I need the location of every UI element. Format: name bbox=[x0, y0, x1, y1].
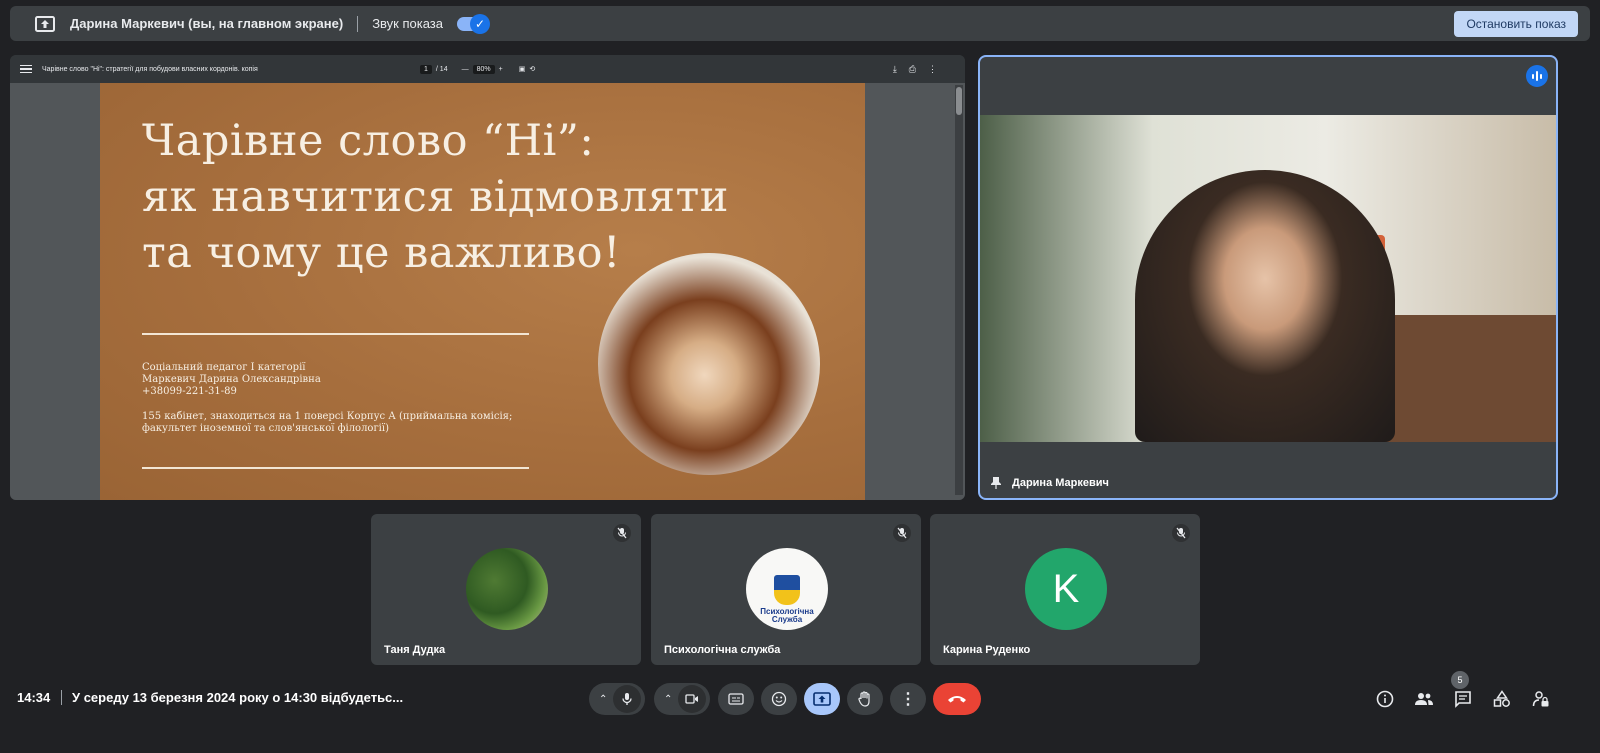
info-line: 155 кабінет, знаходиться на 1 поверсі Ко… bbox=[142, 411, 513, 422]
crest-icon bbox=[774, 575, 800, 605]
avatar: Психологічна Служба bbox=[746, 548, 828, 630]
mic-off-icon bbox=[613, 524, 631, 542]
avatar-logo-text: Психологічна Служба bbox=[760, 607, 814, 624]
people-button[interactable] bbox=[1413, 688, 1435, 710]
clock: 14:34 bbox=[17, 690, 51, 705]
present-screen-icon bbox=[813, 692, 831, 706]
check-icon: ✓ bbox=[469, 13, 490, 34]
pdf-actions: ⤓ ⎙ ⋮ bbox=[893, 64, 937, 75]
leave-call-button[interactable] bbox=[933, 683, 981, 715]
slide-divider bbox=[142, 333, 529, 335]
fit-page-icon[interactable]: ▣ bbox=[519, 65, 526, 73]
info-line: факультет іноземної та слов'янської філо… bbox=[142, 423, 389, 434]
captions-icon bbox=[728, 693, 744, 705]
presenting-banner: Дарина Маркевич (вы, на главном экране) … bbox=[10, 6, 1590, 41]
office-info: 155 кабінет, знаходиться на 1 поверсі Ко… bbox=[142, 411, 512, 435]
slide-title-line: та чому це важливо! bbox=[142, 228, 621, 278]
slide-title-line: Чарівне слово “Ні”: bbox=[142, 116, 595, 166]
lock-person-icon bbox=[1532, 691, 1549, 707]
divider bbox=[357, 15, 359, 32]
present-screen-icon bbox=[34, 15, 56, 33]
slide-divider bbox=[142, 467, 529, 469]
pin-icon[interactable] bbox=[990, 476, 1002, 490]
control-bar: 14:34 У середу 13 березня 2024 року о 14… bbox=[0, 671, 1600, 724]
captions-button[interactable] bbox=[718, 683, 754, 715]
meeting-details-button[interactable] bbox=[1374, 688, 1396, 710]
speaker-person bbox=[1135, 170, 1395, 442]
people-icon bbox=[1415, 693, 1433, 705]
sound-share-label: Звук показа bbox=[372, 16, 443, 31]
participant-tile[interactable]: K Карина Руденко bbox=[930, 514, 1200, 665]
more-vert-icon: ⋮ bbox=[900, 691, 916, 708]
more-options-icon[interactable]: ⋮ bbox=[928, 64, 937, 75]
participant-name: Карина Руденко bbox=[943, 644, 1031, 656]
speaker-name-row: Дарина Маркевич bbox=[990, 476, 1109, 490]
meet-window: Дарина Маркевич (вы, на главном экране) … bbox=[0, 0, 1600, 753]
pdf-pager: 1 / 14 — 80% + ▣ ⟲ bbox=[420, 64, 535, 74]
shared-screen: Чарівне слово "Ні": стратегії для побудо… bbox=[10, 55, 965, 500]
participant-tile[interactable]: Психологічна Служба Психологічна служба bbox=[651, 514, 921, 665]
participant-tile[interactable]: Таня Дудка bbox=[371, 514, 641, 665]
rotate-icon[interactable]: ⟲ bbox=[529, 65, 535, 73]
participant-count-badge: 5 bbox=[1451, 671, 1469, 689]
divider bbox=[61, 690, 62, 705]
avatar bbox=[466, 548, 548, 630]
camera-button[interactable]: ⌃ bbox=[654, 683, 710, 715]
slide-page: Чарівне слово “Ні”: як навчитися відмовл… bbox=[100, 83, 865, 500]
print-icon[interactable]: ⎙ bbox=[909, 64, 916, 75]
shapes-icon bbox=[1493, 690, 1510, 707]
zoom-input[interactable]: 80% bbox=[472, 64, 495, 74]
hang-up-icon bbox=[948, 696, 966, 703]
mic-off-icon bbox=[1172, 524, 1190, 542]
presenter-label: Дарина Маркевич (вы, на главном экране) bbox=[70, 16, 344, 31]
host-controls-button[interactable] bbox=[1530, 688, 1552, 710]
menu-icon[interactable] bbox=[20, 63, 32, 76]
mic-off-icon bbox=[893, 524, 911, 542]
mic-icon bbox=[613, 685, 641, 713]
mic-button[interactable]: ⌃ bbox=[589, 683, 645, 715]
pdf-doc-title: Чарівне слово "Ні": стратегії для побудо… bbox=[42, 65, 258, 73]
chat-button[interactable] bbox=[1452, 688, 1474, 710]
more-options-button[interactable]: ⋮ bbox=[890, 683, 926, 715]
presenter-photo bbox=[598, 253, 820, 475]
chevron-up-icon[interactable]: ⌃ bbox=[664, 694, 672, 705]
speaking-indicator-icon bbox=[1526, 65, 1548, 87]
meeting-title: У середу 13 березня 2024 року о 14:30 ві… bbox=[72, 690, 404, 705]
pdf-toolbar: Чарівне слово "Ні": стратегії для побудо… bbox=[10, 55, 965, 83]
chevron-up-icon[interactable]: ⌃ bbox=[599, 694, 607, 705]
page-total: / 14 bbox=[435, 65, 448, 73]
slide-title: Чарівне слово “Ні”: як навчитися відмовл… bbox=[142, 113, 729, 281]
emoji-icon bbox=[771, 691, 787, 707]
zoom-out-icon[interactable]: — bbox=[462, 66, 469, 73]
zoom-in-icon[interactable]: + bbox=[499, 66, 503, 73]
presenter-info: Соціальний педагог І категорії Маркевич … bbox=[142, 362, 321, 398]
stop-presenting-button[interactable]: Остановить показ bbox=[1454, 10, 1578, 37]
speaker-video bbox=[980, 115, 1556, 442]
raise-hand-button[interactable] bbox=[847, 683, 883, 715]
page-number-input[interactable]: 1 bbox=[420, 64, 432, 74]
download-icon[interactable]: ⤓ bbox=[893, 64, 897, 75]
slide-title-line: як навчитися відмовляти bbox=[142, 172, 729, 222]
hand-icon bbox=[858, 691, 870, 707]
info-line: Соціальний педагог І категорії bbox=[142, 362, 306, 373]
camera-icon bbox=[678, 685, 706, 713]
avatar: K bbox=[1025, 548, 1107, 630]
speaker-name: Дарина Маркевич bbox=[1012, 477, 1109, 489]
reactions-button[interactable] bbox=[761, 683, 797, 715]
info-icon bbox=[1376, 690, 1394, 708]
participant-name: Таня Дудка bbox=[384, 644, 446, 656]
speaker-tile[interactable]: Дарина Маркевич bbox=[978, 55, 1558, 500]
activities-button[interactable] bbox=[1491, 688, 1513, 710]
participant-name: Психологічна служба bbox=[664, 644, 781, 656]
present-now-button[interactable] bbox=[804, 683, 840, 715]
info-line: +38099-221-31-89 bbox=[142, 386, 237, 397]
sound-share-toggle[interactable]: ✓ bbox=[456, 13, 490, 34]
pdf-scrollbar[interactable] bbox=[955, 85, 963, 495]
chat-icon bbox=[1455, 691, 1471, 708]
info-line: Маркевич Дарина Олександрівна bbox=[142, 374, 321, 385]
